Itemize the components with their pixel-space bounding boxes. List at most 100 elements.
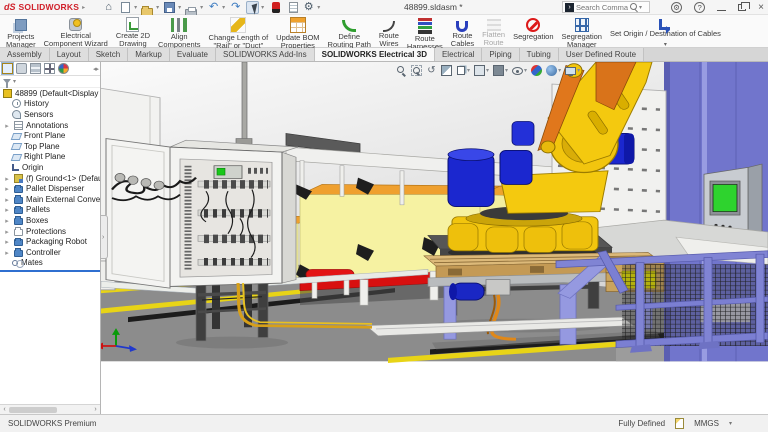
tab-scroll-icons[interactable]: ◂▸ <box>93 65 98 73</box>
tab-markup[interactable]: Markup <box>128 48 170 61</box>
expand-arrow-icon[interactable] <box>3 205 11 214</box>
previous-view-icon[interactable]: ↺ <box>426 65 437 76</box>
display-manager-tab-icon[interactable] <box>58 63 69 74</box>
tab-user-defined-route[interactable]: User Defined Route <box>559 48 644 61</box>
expand-arrow-icon[interactable] <box>3 195 11 204</box>
help-icon[interactable]: ? <box>694 2 705 13</box>
ribbon-button-set-origin-destination[interactable]: Set Origin / Destination of Cables <box>606 16 725 47</box>
expand-arrow-icon[interactable] <box>3 227 11 236</box>
zoom-to-fit-icon[interactable] <box>396 65 407 76</box>
display-style-icon[interactable] <box>493 65 504 76</box>
dimxpert-manager-tab-icon[interactable] <box>44 63 55 74</box>
menu-expand-icon[interactable]: ▸ <box>82 4 85 11</box>
home-icon[interactable]: ⌂ <box>102 1 115 14</box>
tree-item-right-plane[interactable]: Right Plane <box>0 152 100 163</box>
view-orientation-icon[interactable] <box>474 65 485 76</box>
sheet-format-icon[interactable] <box>289 2 298 13</box>
expand-arrow-icon[interactable] <box>3 237 11 246</box>
restore-icon[interactable] <box>738 4 746 11</box>
search-icon[interactable] <box>630 3 639 12</box>
undo-icon[interactable]: ↶ <box>207 1 220 14</box>
expand-arrow-icon[interactable] <box>3 248 11 257</box>
select-cursor-icon[interactable] <box>252 3 261 14</box>
filter-dropdown-icon[interactable]: ▾ <box>13 78 16 85</box>
tree-filter-row[interactable]: ▾ <box>0 76 100 88</box>
tree-horizontal-scrollbar[interactable]: ‹ › <box>0 404 100 414</box>
tab-tubing[interactable]: Tubing <box>520 48 559 61</box>
viewport-3d[interactable] <box>0 62 768 414</box>
tab-solidworks-add-ins[interactable]: SOLIDWORKS Add-Ins <box>216 48 315 61</box>
ribbon-button-electrical-component-wizard[interactable]: ElectricalComponent Wizard <box>40 16 112 47</box>
electrical-cabinet[interactable] <box>170 140 298 286</box>
search-input[interactable] <box>576 3 628 12</box>
panel-flyout-handle[interactable] <box>101 215 108 259</box>
apply-scene-icon[interactable] <box>546 65 557 76</box>
graphics-area[interactable]: ↺ ▾ ▾ ▾ ▾ ▾ ▾ ◂▸ ▾ 48899 (Defa <box>0 62 768 414</box>
tree-item-pallet-dispenser[interactable]: Pallet Dispenser <box>0 183 100 194</box>
ribbon-button-route-harnesses[interactable]: RouteHarnesses <box>403 16 447 47</box>
expand-arrow-icon[interactable] <box>3 216 11 225</box>
section-view-icon[interactable] <box>441 65 452 76</box>
configuration-manager-tab-icon[interactable] <box>30 63 41 74</box>
edit-appearance-icon[interactable] <box>531 65 542 76</box>
property-manager-tab-icon[interactable] <box>16 63 27 74</box>
tree-root[interactable]: 48899 (Default<Display State- <box>0 88 100 99</box>
ribbon-button-define-routing-path[interactable]: DefineRouting Path <box>324 16 375 47</box>
tree-item-mates[interactable]: Mates <box>0 258 100 269</box>
scroll-left-icon[interactable]: ‹ <box>0 406 9 413</box>
tab-assembly[interactable]: Assembly <box>0 48 50 61</box>
tab-electrical[interactable]: Electrical <box>435 48 482 61</box>
tree-item-boxes[interactable]: Boxes <box>0 215 100 226</box>
tree-item-controller[interactable]: Controller <box>0 247 100 258</box>
ribbon-button-align-components[interactable]: AlignComponents <box>154 16 205 47</box>
tree-item-ground[interactable]: (f) Ground<1> (Default) << <box>0 173 100 184</box>
cabinet-door[interactable] <box>106 139 170 289</box>
new-document-icon[interactable] <box>121 2 130 13</box>
tab-evaluate[interactable]: Evaluate <box>170 48 216 61</box>
unit-dropdown-icon[interactable]: ▾ <box>729 420 732 427</box>
expand-arrow-icon[interactable] <box>3 174 11 183</box>
ribbon-button-create-2d-drawing[interactable]: Create 2DDrawing <box>112 16 154 47</box>
zoom-to-area-icon[interactable] <box>411 65 422 76</box>
ribbon-button-route-wires[interactable]: RouteWires <box>375 16 403 47</box>
tab-solidworks-electrical-3d[interactable]: SOLIDWORKS Electrical 3D <box>315 48 435 61</box>
search-box[interactable]: › ▾ <box>562 1 650 13</box>
tree-item-main-external-conveyor[interactable]: Main External Conveyor <box>0 194 100 205</box>
tree-item-history[interactable]: History <box>0 99 100 110</box>
sw-options-icon[interactable]: ⚙ <box>671 2 682 13</box>
view-settings-icon[interactable] <box>565 67 576 75</box>
tree-item-sensors[interactable]: Sensors <box>0 109 100 120</box>
tab-sketch[interactable]: Sketch <box>89 48 128 61</box>
ribbon-button-update-bom-properties[interactable]: Update BOMProperties <box>272 16 323 47</box>
expand-arrow-icon[interactable] <box>3 184 11 193</box>
scroll-right-icon[interactable]: › <box>91 406 100 413</box>
tree-item-origin[interactable]: Origin <box>0 162 100 173</box>
unit-system[interactable]: MMGS <box>694 419 719 428</box>
close-icon[interactable]: × <box>758 2 764 14</box>
tree-item-protections[interactable]: Protections <box>0 226 100 237</box>
minimize-icon[interactable] <box>717 5 726 11</box>
ribbon-button-projects-manager[interactable]: ProjectsManager <box>2 16 40 47</box>
tree-item-annotations[interactable]: Annotations <box>0 120 100 131</box>
tree-item-top-plane[interactable]: Top Plane <box>0 141 100 152</box>
tab-layout[interactable]: Layout <box>50 48 89 61</box>
tree-item-front-plane[interactable]: Front Plane <box>0 130 100 141</box>
annotation-views-icon[interactable] <box>457 66 465 75</box>
hide-show-items-icon[interactable] <box>512 67 523 75</box>
controller-screen[interactable] <box>713 184 737 211</box>
expand-arrow-icon[interactable] <box>3 121 11 130</box>
feature-manager-tab-icon[interactable] <box>2 63 13 74</box>
scrollbar-thumb[interactable] <box>9 407 57 413</box>
tree-item-pallets[interactable]: Pallets <box>0 205 100 216</box>
ribbon-button-route-cables[interactable]: RouteCables <box>447 16 478 47</box>
dropdown-caret-icon[interactable] <box>664 38 667 48</box>
ribbon-button-segregation[interactable]: Segregation <box>509 16 557 47</box>
save-icon[interactable] <box>164 2 175 13</box>
tree-splitter[interactable] <box>0 270 100 272</box>
tree-item-packaging-robot[interactable]: Packaging Robot <box>0 236 100 247</box>
ribbon-button-change-length[interactable]: Change Length of"Rail" or "Duct" <box>205 16 273 47</box>
redo-icon[interactable]: ↷ <box>229 1 242 14</box>
xpress-products-icon[interactable] <box>272 2 280 13</box>
ribbon-button-segregation-manager[interactable]: SegregationManager <box>558 16 606 47</box>
options-gear-icon[interactable]: ⚙ <box>302 1 315 14</box>
